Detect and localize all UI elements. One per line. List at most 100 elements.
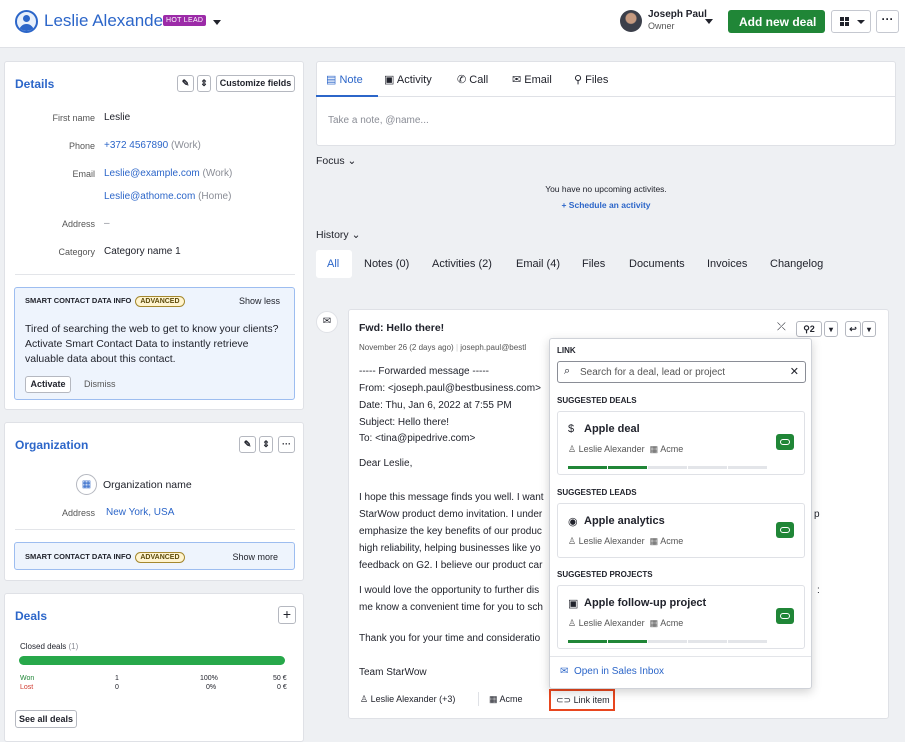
show-more-link[interactable]: Show more xyxy=(232,552,278,562)
suggested-project-item[interactable]: ▣ Apple follow-up project ♙ Leslie Alexa… xyxy=(557,585,805,649)
search-placeholder: Search for a deal, lead or project xyxy=(580,367,726,378)
more-icon[interactable]: ··· xyxy=(278,436,295,453)
person-name[interactable]: Leslie Alexander xyxy=(44,11,169,31)
activate-button[interactable]: Activate xyxy=(25,376,71,393)
sort-chevrons-icon[interactable]: ⇕ xyxy=(197,75,211,92)
edit-pencil-icon[interactable]: ✎ xyxy=(239,436,256,453)
history-tab-invoices[interactable]: Invoices xyxy=(707,258,747,270)
chevron-down-icon[interactable]: ▾ xyxy=(862,321,876,337)
field-label: Email xyxy=(72,169,95,179)
organization-name[interactable]: Organization name xyxy=(103,479,192,491)
history-tab-notes[interactable]: Notes (0) xyxy=(364,258,409,270)
email-type: (Work) xyxy=(202,168,233,179)
history-tab-email[interactable]: Email (4) xyxy=(516,258,560,270)
email-body-line-tail: p xyxy=(814,509,820,520)
details-title: Details xyxy=(15,77,55,91)
link-item-label: Link item xyxy=(573,695,610,705)
more-actions-button[interactable]: ··· xyxy=(876,10,899,33)
link-icon[interactable] xyxy=(776,608,794,624)
dollar-icon: $ xyxy=(568,423,575,435)
email-work-link[interactable]: Leslie@example.com xyxy=(104,168,200,179)
attachment-count: 2 xyxy=(809,324,815,334)
tab-note[interactable]: ▤ Note xyxy=(326,73,363,86)
suggested-lead-item[interactable]: ◉ Apple analytics ♙ Leslie Alexander ▦ A… xyxy=(557,503,805,558)
history-tab-all[interactable]: All xyxy=(327,258,339,270)
top-bar: Leslie Alexander HOT LEAD Joseph Paul Ow… xyxy=(0,0,905,48)
reply-icon[interactable]: ↩ xyxy=(845,321,861,337)
envelope-icon: ✉ xyxy=(512,74,522,86)
link-icon: ⊂⊃ xyxy=(556,695,572,705)
attachments-button[interactable]: ⚲2 xyxy=(796,321,822,337)
link-icon[interactable] xyxy=(776,434,794,450)
email-body-line: Subject: Hello there! xyxy=(359,417,450,428)
tab-call[interactable]: ✆ Call xyxy=(457,73,488,86)
email-body-line-tail: : xyxy=(817,585,820,596)
focus-header[interactable]: Focus ⌄ xyxy=(316,155,356,167)
tab-files[interactable]: ⚲ Files xyxy=(574,73,608,86)
advanced-badge: ADVANCED xyxy=(135,552,185,563)
suggested-projects-heading: SUGGESTED PROJECTS xyxy=(557,570,653,579)
email-type: (Home) xyxy=(198,191,232,202)
collapse-icon[interactable]: ⤫ xyxy=(777,321,786,334)
focus-title: Focus xyxy=(316,155,345,167)
history-tab-changelog[interactable]: Changelog xyxy=(770,258,823,270)
address-value[interactable]: – xyxy=(104,218,110,229)
won-count: 1 xyxy=(115,675,119,682)
chevron-down-icon: ⌄ xyxy=(351,229,361,241)
inbox-icon: ✉ xyxy=(560,666,569,677)
email-participants[interactable]: Leslie Alexander (+3) xyxy=(371,694,456,704)
closed-deals-label: Closed deals xyxy=(20,642,67,651)
hot-lead-badge: HOT LEAD xyxy=(163,15,207,26)
category-value[interactable]: Category name 1 xyxy=(104,246,181,257)
link-item-button[interactable]: ⊂⊃ Link item xyxy=(549,689,615,711)
first-name-value[interactable]: Leslie xyxy=(104,112,130,123)
sort-chevrons-icon[interactable]: ⇕ xyxy=(259,436,273,453)
suggested-deals-heading: SUGGESTED DEALS xyxy=(557,396,637,405)
add-deal-plus-icon[interactable]: + xyxy=(278,606,296,624)
open-sales-inbox-link[interactable]: ✉ Open in Sales Inbox xyxy=(560,666,664,677)
email-home-link[interactable]: Leslie@athome.com xyxy=(104,191,195,202)
customize-fields-button[interactable]: Customize fields xyxy=(216,75,295,92)
tab-label: Note xyxy=(339,74,363,86)
lost-count: 0 xyxy=(115,684,119,691)
edit-pencil-icon[interactable]: ✎ xyxy=(177,75,194,92)
add-new-deal-button[interactable]: Add new deal xyxy=(728,10,825,38)
owner-chevron-icon[interactable] xyxy=(705,19,713,24)
dismiss-button[interactable]: Dismiss xyxy=(84,379,116,389)
field-label: First name xyxy=(52,113,95,123)
owner-name[interactable]: Joseph Paul xyxy=(648,9,707,20)
field-label: Address xyxy=(61,219,95,229)
link-icon[interactable] xyxy=(776,522,794,538)
email-body-line: ----- Forwarded message ----- xyxy=(359,366,490,377)
note-icon: ▤ xyxy=(326,74,337,86)
lost-label: Lost xyxy=(20,684,34,691)
clear-icon[interactable]: ✕ xyxy=(790,365,799,378)
suggested-deal-item[interactable]: $ Apple deal ♙ Leslie Alexander ▦ Acme xyxy=(557,411,805,475)
link-popover: LINK ⌕ Search for a deal, lead or projec… xyxy=(549,338,812,689)
note-input[interactable]: Take a note, @name... xyxy=(328,115,429,126)
person-menu-chevron-icon[interactable] xyxy=(213,20,221,25)
person-icon: ♙ xyxy=(568,444,577,454)
organization-address-link[interactable]: New York, USA xyxy=(106,507,174,518)
see-all-deals-button[interactable]: See all deals xyxy=(15,710,77,728)
schedule-activity-link[interactable]: + Schedule an activity xyxy=(316,200,896,210)
tab-email[interactable]: ✉ Email xyxy=(512,73,552,86)
tab-label: Email xyxy=(524,74,552,86)
link-search-input[interactable]: ⌕ Search for a deal, lead or project ✕ xyxy=(557,361,806,383)
owner-avatar xyxy=(620,10,642,32)
chevron-down-icon[interactable]: ▾ xyxy=(824,321,838,337)
history-tab-activities[interactable]: Activities (2) xyxy=(432,258,492,270)
history-header[interactable]: History ⌄ xyxy=(316,229,360,241)
history-tab-documents[interactable]: Documents xyxy=(629,258,685,270)
email-subject[interactable]: Fwd: Hello there! xyxy=(359,322,444,334)
building-icon: ▦ xyxy=(649,444,659,454)
owner-role: Owner xyxy=(648,21,675,31)
email-organization[interactable]: Acme xyxy=(500,694,523,704)
tab-label: Activity xyxy=(396,74,432,86)
focus-empty-text: You have no upcoming activites. xyxy=(545,184,667,194)
phone-link[interactable]: +372 4567890 xyxy=(104,140,168,151)
history-tab-files[interactable]: Files xyxy=(582,258,605,270)
show-less-link[interactable]: Show less xyxy=(239,296,280,306)
tab-activity[interactable]: ▣ Activity xyxy=(384,73,432,86)
view-switcher-button[interactable] xyxy=(831,10,871,33)
